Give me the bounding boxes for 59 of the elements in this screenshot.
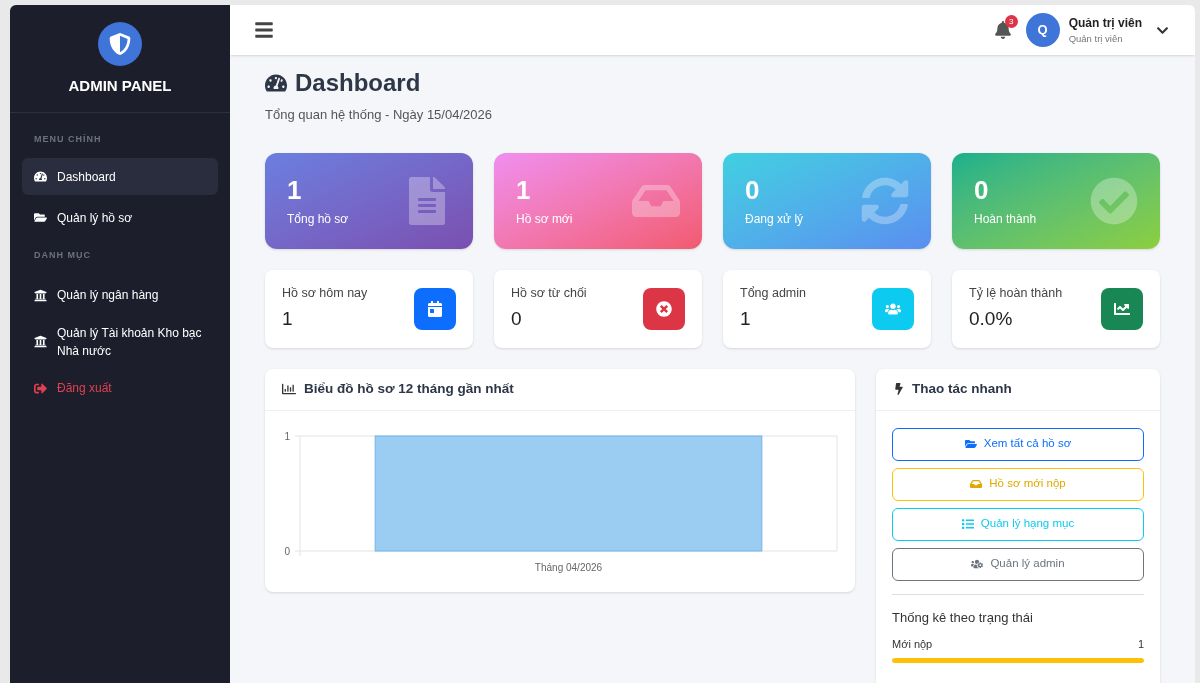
section-heading: DANH MỤC [33,249,92,262]
page-subtitle: Tổng quan hệ thống - Ngày 15/04/2026 [265,106,493,124]
quick-action-button[interactable]: Xem tất cả hồ sơ [892,427,1144,461]
stat-label: Đang xử lý [745,210,804,228]
stat-value: 0 [974,173,990,206]
info-label: Hồ sơ từ chối [511,284,587,302]
user-role: Quản trị viên [1068,31,1124,46]
sidebar-item[interactable]: Quản lý Tài khoản Kho bạc Nhà nước [22,317,218,366]
stat-label: Hoàn thành [974,210,1037,228]
users-icon [971,558,984,570]
stat-label: Hồ sơ mới [516,210,573,228]
inbox-icon [970,478,983,490]
page-title: Dashboard [295,68,421,98]
stat-label: Tổng hồ sơ [287,210,349,228]
list-icon [961,518,974,530]
sidebar-item[interactable]: Dashboard [22,158,218,195]
info-value: 0.0% [969,306,1014,331]
brand-title: ADMIN PANEL [68,76,172,96]
stat-value: 0 [745,173,761,206]
info-label: Tỷ lệ hoàn thành [969,284,1063,302]
bar-chart-icon [282,382,296,396]
axis-tick-label: 0 [284,545,290,557]
axis-tick-label: 1 [284,430,290,442]
stat-value: 1 [516,173,532,206]
status-label: Mới nộp [892,637,933,652]
line-chart-icon [1101,287,1143,330]
avatar[interactable]: Q [1025,13,1060,47]
sidebar-item[interactable]: Đăng xuất [22,369,218,407]
folder-icon [964,438,977,450]
info-value: 0 [511,306,523,331]
axis-category-label: Tháng 04/2026 [534,561,603,573]
users-icon [872,287,914,330]
status-section-title: Thống kê theo trạng thái [892,608,1034,627]
info-value: 1 [282,306,294,331]
gauge-icon [265,72,287,94]
notification-badge: 3 [1004,15,1018,28]
stat-value: 1 [287,173,303,206]
logout-icon [34,381,47,395]
lightning-icon [893,383,905,395]
sync-icon [861,176,909,225]
folder-icon [34,211,47,224]
info-label: Tổng admin [740,284,806,302]
info-value: 1 [740,306,752,331]
quick-action-button[interactable]: Quản lý admin [892,547,1144,581]
sidebar-item[interactable]: Quản lý ngân hàng [22,276,218,314]
calendar-icon [414,287,456,330]
shield-logo-icon [98,22,142,66]
card-title: Thao tác nhanh [912,379,1012,398]
info-label: Hồ sơ hôm nay [282,284,368,302]
gauge-icon [34,170,47,183]
bell-icon[interactable] [993,21,1012,39]
card-title: Biểu đồ hồ sơ 12 tháng gần nhất [304,379,514,398]
user-name: Quản trị viên [1068,14,1142,32]
menu-button[interactable] [254,20,274,40]
section-heading: MENU CHÍNH [33,132,103,146]
bank-icon [34,288,47,302]
status-count: 1 [1137,637,1144,652]
bank-icon [34,335,47,348]
sidebar-item[interactable]: Quản lý hồ sơ [22,199,218,236]
